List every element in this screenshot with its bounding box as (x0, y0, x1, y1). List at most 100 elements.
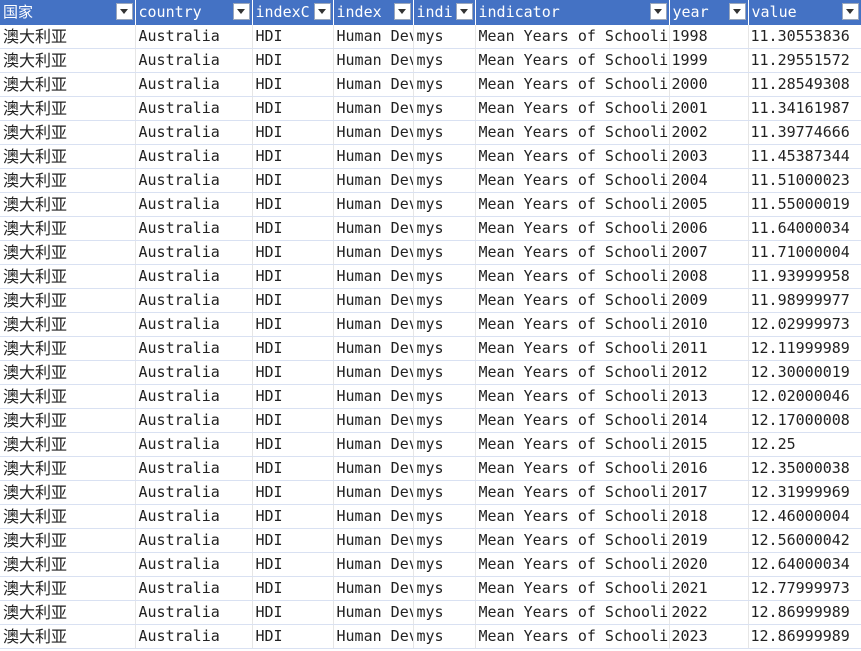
cell-indicator[interactable]: Mean Years of Schooli (475, 576, 670, 601)
cell-value[interactable]: 11.34161987 (748, 96, 861, 121)
cell-year[interactable]: 1998 (669, 25, 749, 49)
cell-index[interactable]: Human Dev (333, 408, 414, 433)
cell-value[interactable]: 12.25 (748, 432, 861, 457)
cell-country-cn[interactable]: 澳大利亚 (0, 600, 136, 625)
cell-country[interactable]: Australia (135, 336, 253, 361)
column-header-country-cn[interactable]: 国家 (0, 0, 136, 25)
cell-country[interactable]: Australia (135, 96, 253, 121)
column-header-index-code[interactable]: indexC (252, 0, 334, 25)
cell-index[interactable]: Human Dev (333, 600, 414, 625)
cell-index[interactable]: Human Dev (333, 264, 414, 289)
cell-country-cn[interactable]: 澳大利亚 (0, 480, 136, 505)
cell-index-code[interactable]: HDI (252, 25, 334, 49)
cell-value[interactable]: 12.30000019 (748, 360, 861, 385)
cell-indicator[interactable]: Mean Years of Schooli (475, 408, 670, 433)
cell-value[interactable]: 12.02000046 (748, 384, 861, 409)
cell-value[interactable]: 12.35000038 (748, 456, 861, 481)
cell-value[interactable]: 12.02999973 (748, 312, 861, 337)
cell-year[interactable]: 2013 (669, 384, 749, 409)
cell-indicator-code[interactable]: mys (413, 48, 476, 73)
cell-index-code[interactable]: HDI (252, 48, 334, 73)
cell-country-cn[interactable]: 澳大利亚 (0, 216, 136, 241)
cell-index[interactable]: Human Dev (333, 72, 414, 97)
cell-indicator[interactable]: Mean Years of Schooli (475, 240, 670, 265)
cell-indicator-code[interactable]: mys (413, 456, 476, 481)
cell-indicator[interactable]: Mean Years of Schooli (475, 336, 670, 361)
cell-indicator-code[interactable]: mys (413, 120, 476, 145)
cell-index-code[interactable]: HDI (252, 600, 334, 625)
cell-country[interactable]: Australia (135, 48, 253, 73)
column-header-indicator-code[interactable]: indi (413, 0, 476, 25)
cell-value[interactable]: 11.39774666 (748, 120, 861, 145)
cell-country-cn[interactable]: 澳大利亚 (0, 264, 136, 289)
cell-value[interactable]: 12.17000008 (748, 408, 861, 433)
cell-year[interactable]: 2020 (669, 552, 749, 577)
cell-country[interactable]: Australia (135, 552, 253, 577)
cell-indicator[interactable]: Mean Years of Schooli (475, 624, 670, 649)
cell-country-cn[interactable]: 澳大利亚 (0, 120, 136, 145)
cell-indicator-code[interactable]: mys (413, 480, 476, 505)
cell-indicator-code[interactable]: mys (413, 528, 476, 553)
cell-indicator-code[interactable]: mys (413, 96, 476, 121)
filter-dropdown-icon[interactable] (232, 3, 250, 20)
cell-year[interactable]: 2012 (669, 360, 749, 385)
cell-index-code[interactable]: HDI (252, 456, 334, 481)
cell-indicator[interactable]: Mean Years of Schooli (475, 48, 670, 73)
cell-country-cn[interactable]: 澳大利亚 (0, 336, 136, 361)
cell-year[interactable]: 2004 (669, 168, 749, 193)
cell-index[interactable]: Human Dev (333, 144, 414, 169)
cell-index[interactable]: Human Dev (333, 168, 414, 193)
cell-value[interactable]: 12.77999973 (748, 576, 861, 601)
cell-value[interactable]: 11.64000034 (748, 216, 861, 241)
cell-index[interactable]: Human Dev (333, 552, 414, 577)
cell-year[interactable]: 1999 (669, 48, 749, 73)
cell-value[interactable]: 12.86999989 (748, 600, 861, 625)
cell-country-cn[interactable]: 澳大利亚 (0, 48, 136, 73)
filter-dropdown-icon[interactable] (115, 3, 133, 20)
cell-country[interactable]: Australia (135, 456, 253, 481)
cell-index[interactable]: Human Dev (333, 528, 414, 553)
cell-indicator-code[interactable]: mys (413, 312, 476, 337)
cell-year[interactable]: 2015 (669, 432, 749, 457)
cell-year[interactable]: 2014 (669, 408, 749, 433)
cell-value[interactable]: 11.45387344 (748, 144, 861, 169)
cell-country-cn[interactable]: 澳大利亚 (0, 408, 136, 433)
cell-index[interactable]: Human Dev (333, 576, 414, 601)
cell-country-cn[interactable]: 澳大利亚 (0, 624, 136, 649)
cell-index-code[interactable]: HDI (252, 288, 334, 313)
cell-index-code[interactable]: HDI (252, 216, 334, 241)
cell-index-code[interactable]: HDI (252, 504, 334, 529)
cell-country[interactable]: Australia (135, 480, 253, 505)
cell-index[interactable]: Human Dev (333, 360, 414, 385)
cell-indicator-code[interactable]: mys (413, 25, 476, 49)
cell-year[interactable]: 2019 (669, 528, 749, 553)
cell-index-code[interactable]: HDI (252, 432, 334, 457)
cell-indicator[interactable]: Mean Years of Schooli (475, 480, 670, 505)
cell-indicator-code[interactable]: mys (413, 216, 476, 241)
cell-indicator-code[interactable]: mys (413, 576, 476, 601)
cell-index[interactable]: Human Dev (333, 48, 414, 73)
cell-country-cn[interactable]: 澳大利亚 (0, 168, 136, 193)
cell-index[interactable]: Human Dev (333, 432, 414, 457)
cell-country[interactable]: Australia (135, 624, 253, 649)
cell-index-code[interactable]: HDI (252, 480, 334, 505)
cell-year[interactable]: 2011 (669, 336, 749, 361)
cell-index[interactable]: Human Dev (333, 480, 414, 505)
cell-indicator-code[interactable]: mys (413, 384, 476, 409)
column-header-value[interactable]: value (748, 0, 861, 25)
cell-indicator-code[interactable]: mys (413, 192, 476, 217)
cell-index-code[interactable]: HDI (252, 552, 334, 577)
cell-indicator-code[interactable]: mys (413, 432, 476, 457)
cell-country[interactable]: Australia (135, 72, 253, 97)
cell-indicator[interactable]: Mean Years of Schooli (475, 25, 670, 49)
cell-year[interactable]: 2005 (669, 192, 749, 217)
cell-index-code[interactable]: HDI (252, 360, 334, 385)
cell-index[interactable]: Human Dev (333, 336, 414, 361)
column-header-year[interactable]: year (669, 0, 749, 25)
cell-indicator[interactable]: Mean Years of Schooli (475, 528, 670, 553)
cell-index-code[interactable]: HDI (252, 192, 334, 217)
filter-dropdown-icon[interactable] (455, 3, 473, 20)
cell-index-code[interactable]: HDI (252, 576, 334, 601)
cell-indicator[interactable]: Mean Years of Schooli (475, 360, 670, 385)
cell-indicator-code[interactable]: mys (413, 288, 476, 313)
